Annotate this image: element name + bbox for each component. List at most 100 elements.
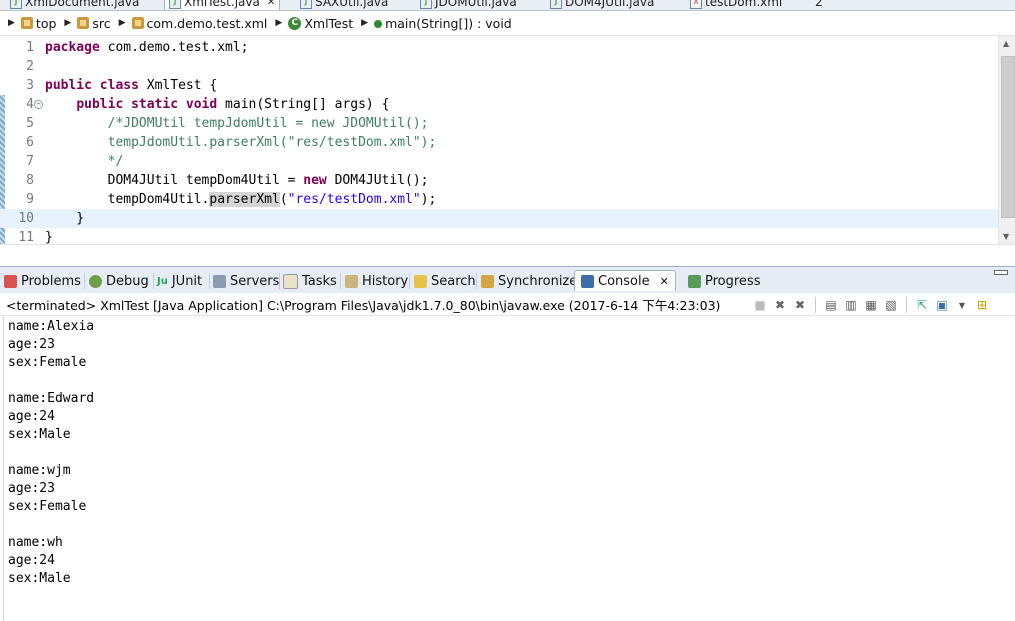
history-icon	[345, 274, 358, 288]
class-icon: C	[288, 16, 302, 30]
console-line: sex:Female	[8, 499, 87, 514]
editor-tab[interactable]: J SAXUtil.java	[300, 0, 388, 10]
tab-tasks[interactable]: Tasks	[283, 271, 337, 291]
scroll-lock-icon[interactable]: ▥	[843, 297, 859, 313]
tab-history[interactable]: History	[345, 271, 408, 291]
tab-separator	[209, 273, 210, 289]
editor-vertical-scrollbar[interactable]: ▲ ▼	[998, 36, 1015, 244]
search-icon	[414, 274, 427, 288]
debug-icon	[89, 274, 102, 288]
code-line-current[interactable]: 10 }	[0, 209, 998, 228]
console-toolbar: ■ ✖ ✖ ▤ ▥ ▦ ▧ ⇱ ▣ ▼ ⊞	[752, 296, 990, 314]
remove-all-terminated-icon[interactable]: ✖	[792, 297, 808, 313]
line-number: 3	[26, 78, 34, 93]
code-line[interactable]: 8 DOM4JUtil tempDom4Util = new DOM4JUtil…	[0, 171, 998, 190]
tab-problems[interactable]: Problems	[4, 271, 81, 291]
line-number: 2	[26, 59, 34, 74]
code-line[interactable]: 4− public static void main(String[] args…	[0, 95, 998, 114]
line-number: 10	[18, 211, 34, 226]
code-text: com.demo.test.xml;	[99, 40, 249, 55]
chevron-right-icon: ▶	[275, 18, 283, 28]
comment: tempJdomUtil.parserXml("res/testDom.xml"…	[45, 135, 437, 150]
console-line: age:24	[8, 553, 55, 568]
pin-console-icon[interactable]: ⇱	[914, 297, 930, 313]
breadcrumb-src[interactable]: src	[77, 16, 111, 31]
console-line: age:23	[8, 481, 55, 496]
method-icon	[374, 20, 383, 28]
line-number: 7	[26, 154, 34, 169]
breadcrumb-method[interactable]: main(String[]) : void	[374, 16, 512, 31]
close-icon[interactable]: ✕	[660, 275, 669, 288]
progress-icon	[688, 274, 701, 288]
tab-debug[interactable]: Debug	[89, 271, 149, 291]
tab-search[interactable]: Search	[414, 271, 476, 291]
fold-collapse-icon[interactable]: −	[34, 100, 43, 109]
line-number: 9	[26, 192, 34, 207]
code-line[interactable]: 7 */	[0, 152, 998, 171]
breadcrumb-top[interactable]: top	[20, 16, 56, 31]
show-console-icon[interactable]: ▧	[883, 297, 899, 313]
tab-separator	[409, 273, 410, 289]
code-line[interactable]: 9 tempDom4Util.parserXml("res/testDom.xm…	[0, 190, 998, 209]
code-text: (	[279, 192, 288, 207]
tab-servers[interactable]: Servers	[213, 271, 279, 291]
scroll-thumb[interactable]	[1001, 56, 1015, 218]
editor-tab[interactable]: J DOM4JUtil.java	[550, 0, 654, 10]
remove-launch-icon[interactable]: ✖	[772, 297, 788, 313]
breadcrumb-package[interactable]: com.demo.test.xml	[131, 16, 267, 31]
source-folder-icon	[77, 17, 90, 29]
open-console-icon[interactable]: ⊞	[974, 297, 990, 313]
console-line: name:Alexia	[8, 319, 95, 334]
java-file-icon: J	[550, 0, 562, 9]
line-number: 5	[26, 116, 34, 131]
servers-icon	[213, 274, 226, 288]
editor-tab-overflow[interactable]: 2	[815, 0, 823, 10]
tab-console[interactable]: Console ✕	[574, 270, 676, 291]
occurrence-highlight: parserXml	[209, 192, 280, 207]
editor-tab[interactable]: J XmlDocument.java	[10, 0, 139, 10]
editor-horizontal-scrollbar[interactable]	[0, 244, 1015, 263]
string-literal: "res/testDom.xml"	[287, 192, 421, 207]
tab-junit[interactable]: Ju JUnit	[157, 271, 202, 291]
console-output[interactable]: name:Alexia age:23 sex:Female name:Edwar…	[3, 316, 1015, 621]
terminate-icon[interactable]: ■	[752, 297, 768, 313]
code-text: tempDom4Util.	[45, 192, 210, 207]
scroll-up-icon[interactable]: ▲	[1003, 39, 1009, 48]
tab-synchronize[interactable]: Synchronize	[481, 271, 577, 291]
clear-console-icon[interactable]: ▤	[823, 297, 839, 313]
code-line[interactable]: 6 tempJdomUtil.parserXml("res/testDom.xm…	[0, 133, 998, 152]
tab-progress[interactable]: Progress	[688, 271, 760, 291]
package-icon	[131, 17, 144, 29]
toolbar-separator	[815, 297, 816, 313]
java-file-icon: J	[420, 0, 432, 9]
breadcrumb-class[interactable]: C XmlTest	[288, 16, 353, 31]
xml-file-icon: X	[690, 0, 702, 9]
minimize-button[interactable]	[994, 270, 1008, 275]
scroll-down-icon[interactable]: ▼	[1003, 232, 1009, 241]
chevron-right-icon: ▶	[8, 18, 15, 28]
word-wrap-icon[interactable]: ▦	[863, 297, 879, 313]
code-line[interactable]: 2	[0, 57, 998, 76]
project-icon	[20, 17, 33, 29]
console-line: sex:Male	[8, 427, 71, 442]
code-editor[interactable]: 1 package com.demo.test.xml; 2 3 public cl…	[0, 36, 1015, 262]
keyword: new	[303, 173, 327, 188]
keyword: public	[76, 97, 124, 112]
chevron-down-icon[interactable]: ▼	[954, 297, 970, 313]
editor-tab[interactable]: J JDOMUtil.java	[420, 0, 517, 10]
code-line[interactable]: 1 package com.demo.test.xml;	[0, 38, 998, 57]
line-number: 6	[26, 135, 34, 150]
tab-separator	[279, 273, 280, 289]
code-line[interactable]: 5 /*JDOMUtil tempJdomUtil = new JDOMUtil…	[0, 114, 998, 133]
editor-tab-active[interactable]: J XmlTest.java ✕	[164, 0, 281, 10]
display-selected-console-icon[interactable]: ▣	[934, 297, 950, 313]
editor-tab[interactable]: XtestDom.xml	[690, 0, 782, 10]
console-line: age:24	[8, 409, 55, 424]
breadcrumb: ▶ top ▶ src ▶ com.demo.test.xml ▶ C XmlTe…	[0, 11, 1015, 36]
console-line: age:23	[8, 337, 55, 352]
chevron-right-icon: ▶	[361, 18, 369, 28]
synchronize-icon	[481, 274, 494, 288]
close-icon[interactable]: ✕	[267, 0, 275, 8]
code-line[interactable]: 3 public class XmlTest {	[0, 76, 998, 95]
